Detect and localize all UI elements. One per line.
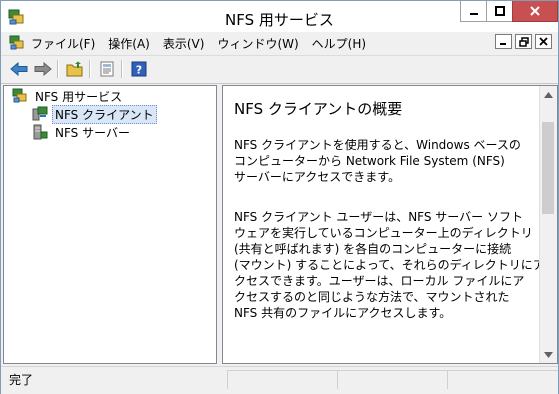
maximize-button[interactable] [486, 1, 513, 22]
menu-view[interactable]: 表示(V) [163, 35, 205, 52]
maximize-icon [494, 6, 505, 16]
scroll-down-icon [544, 351, 553, 358]
tree-item-nfs-client[interactable]: NFS クライアント [32, 104, 157, 124]
text-line: クセスできます。ユーザーは、ローカル ファイルにア [234, 274, 525, 288]
child-close-button[interactable] [535, 34, 552, 49]
scroll-down-button[interactable] [540, 346, 557, 363]
nfs-server-icon [33, 124, 48, 140]
forward-button[interactable] [33, 59, 53, 79]
detail-title: NFS クライアントの概要 [234, 100, 403, 118]
description-paragraph-1: NFS クライアントを使用すると、Windows ベースの コンピューターから … [234, 137, 534, 185]
svg-text:?: ? [136, 64, 142, 77]
status-panel [337, 370, 447, 389]
back-arrow-icon [10, 62, 28, 76]
close-icon [530, 6, 540, 16]
scroll-up-icon [544, 91, 553, 98]
mmc-window: NFS 用サービス ファイル(F) 操作(A) 表示(V) ウィンドウ(W) ヘ… [0, 0, 559, 394]
forward-arrow-icon [34, 62, 52, 76]
help-icon: ? [131, 61, 147, 77]
up-folder-icon [66, 61, 83, 77]
text-line: NFS クライアントを使用すると、Windows ベースの [234, 138, 521, 152]
minimize-icon [500, 43, 506, 45]
properties-button[interactable] [97, 59, 117, 79]
text-line: NFS クライアント ユーザーは、NFS サーバー ソフト [234, 210, 523, 224]
scroll-up-button[interactable] [540, 86, 557, 103]
minimize-button[interactable] [460, 1, 487, 22]
text-line: コンピューターから Network File System (NFS) [234, 154, 505, 168]
text-line: サーバーにアクセスできます。 [234, 170, 401, 184]
tree-item-label: NFS サーバー [55, 125, 130, 140]
title-bar[interactable]: NFS 用サービス [1, 1, 558, 33]
menu-file[interactable]: ファイル(F) [31, 35, 95, 52]
menu-help[interactable]: ヘルプ(H) [312, 35, 366, 52]
text-line: NFS 共有のファイルにアクセスします。 [234, 306, 452, 320]
close-icon [539, 37, 548, 46]
help-button[interactable]: ? [129, 59, 149, 79]
tree-item-label: NFS 用サービス [35, 89, 123, 104]
text-line: (共有と呼ばれます) を各自のコンピューターに接続 [234, 242, 512, 256]
status-bar: 完了 [1, 366, 558, 394]
up-level-button[interactable] [65, 59, 85, 79]
nfs-client-icon [32, 106, 48, 121]
status-panel [227, 370, 337, 389]
text-line: ウェアを実行しているコンピューター上のディレクトリ [234, 226, 533, 240]
description-paragraph-2: NFS クライアント ユーザーは、NFS サーバー ソフト ウェアを実行している… [234, 209, 545, 321]
properties-icon [100, 61, 114, 77]
text-line: (マウント) することによって、それらのディレクトリにア [234, 258, 545, 272]
text-line: クセスするのと同じような方法で、マウントされた [234, 290, 510, 304]
child-restore-button[interactable] [515, 34, 532, 49]
menu-window[interactable]: ウィンドウ(W) [217, 35, 298, 52]
child-minimize-button[interactable] [495, 34, 512, 49]
tree-item-nfs-services[interactable]: NFS 用サービス [12, 87, 125, 105]
restore-icon [518, 36, 529, 47]
tree-item-nfs-server[interactable]: NFS サーバー [32, 123, 133, 141]
status-panel [447, 370, 558, 389]
back-button[interactable] [9, 59, 29, 79]
mmc-document-icon[interactable] [9, 35, 25, 51]
toolbar: ? [1, 55, 558, 84]
vertical-scrollbar[interactable] [539, 86, 557, 363]
close-button[interactable] [512, 1, 558, 22]
menu-action[interactable]: 操作(A) [108, 35, 150, 52]
tree-item-label: NFS クライアント [52, 104, 157, 124]
menu-bar: ファイル(F) 操作(A) 表示(V) ウィンドウ(W) ヘルプ(H) [1, 32, 558, 54]
minimize-icon [469, 13, 478, 15]
detail-pane: NFS クライアントの概要 NFS クライアントを使用すると、Windows ベ… [222, 85, 558, 364]
scroll-thumb[interactable] [542, 122, 554, 214]
status-text: 完了 [9, 373, 34, 387]
console-tree[interactable]: NFS 用サービス NFS クライアント NFS サーバー [3, 85, 217, 364]
nfs-services-icon [12, 88, 27, 103]
